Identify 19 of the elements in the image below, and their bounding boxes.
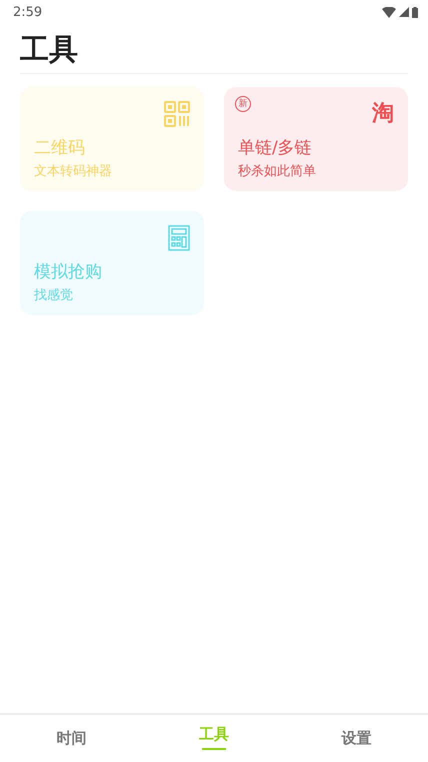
battery-icon — [412, 6, 418, 18]
tool-subtitle: 文本转码神器 — [34, 163, 113, 181]
wifi-icon — [382, 6, 396, 18]
signal-icon — [399, 7, 409, 17]
taobao-logo: 淘 — [372, 101, 394, 127]
nav-tab[interactable]: 工具 — [142, 715, 286, 762]
tool-title: 二维码 — [34, 137, 86, 159]
nav-tab[interactable]: 时间 — [0, 715, 143, 762]
qr-code-icon — [164, 101, 190, 127]
new-badge: 新 — [235, 96, 251, 112]
tool-title: 单链/多链 — [238, 137, 313, 159]
status-time: 2:59 — [13, 4, 42, 20]
tool-title: 模拟抢购 — [34, 261, 103, 283]
calculator-icon — [168, 225, 190, 251]
page-title: 工具 — [20, 31, 79, 68]
tool-subtitle: 秒杀如此简单 — [238, 163, 317, 181]
nav-tab[interactable]: 设置 — [285, 715, 428, 762]
tool-card[interactable]: 新 淘 单链/多链 秒杀如此简单 — [224, 87, 408, 191]
tool-subtitle: 找感觉 — [34, 287, 74, 305]
